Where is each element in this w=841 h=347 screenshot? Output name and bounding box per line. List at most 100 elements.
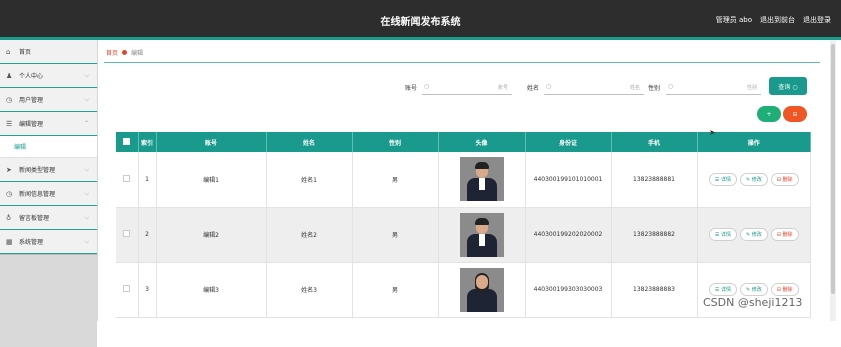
cell-avatar (438, 152, 526, 208)
cell-phone: 13823888883 (611, 262, 698, 318)
sidebar-item-label: 编辑管理 (19, 121, 44, 128)
breadcrumb: 首页 编辑 (106, 48, 143, 57)
scrollbar-thumb[interactable] (831, 44, 835, 294)
gender-search-input[interactable]: ○ 性别 (666, 83, 761, 95)
chevron-up-icon: ⌃ (83, 120, 89, 127)
watermark: CSDN @sheji1213 (703, 296, 803, 309)
row-select-cell[interactable] (116, 152, 139, 208)
header-actions: 管理员 abo 退出到前台 退出登录 (716, 15, 831, 25)
breadcrumb-dot-icon (122, 50, 128, 55)
cell-idcard: 440300199202020002 (525, 207, 612, 263)
col-header-index: 索引 (138, 132, 157, 152)
cell-gender: 男 (352, 152, 439, 208)
sidebar-item-home[interactable]: ⌂ 首页 (0, 40, 97, 64)
add-button[interactable]: + (757, 106, 781, 122)
user-icon: ♟ (6, 71, 13, 80)
chevron-down-icon: ⌵ (84, 238, 89, 245)
top-bar: 在线新闻发布系统 管理员 abo 退出到前台 退出登录 (0, 0, 841, 40)
gender-placeholder: 性别 (746, 85, 757, 91)
home-icon: ⌂ (6, 47, 11, 56)
query-button[interactable]: 查询 ○ (769, 77, 807, 95)
account-label: 账号 (405, 85, 418, 92)
col-header-idcard: 身份证 (525, 132, 612, 152)
sidebar-item-editors[interactable]: ☰ 编辑管理 ⌃ (0, 112, 97, 136)
col-header-name: 姓名 (266, 132, 353, 152)
detail-button[interactable]: ☰ 详情 (708, 172, 737, 186)
row-checkbox[interactable] (123, 285, 131, 292)
detail-button[interactable]: ☰ 详情 (708, 283, 737, 296)
sidebar-item-profile[interactable]: ♟ 个人中心 ⌵ (0, 64, 97, 88)
row-checkbox[interactable] (123, 174, 131, 182)
name-label: 姓名 (527, 85, 540, 92)
mic-icon: ♁ (6, 213, 12, 222)
edit-button[interactable]: ✎ 修改 (740, 283, 768, 296)
search-icon: ○ (424, 83, 430, 90)
sidebar-item-news-info[interactable]: ◷ 新闻信息管理 ⌵ (0, 182, 97, 206)
chevron-down-icon: ⌵ (84, 166, 89, 173)
col-header-phone: 手机 (611, 132, 698, 152)
gender-label: 性别 (648, 85, 661, 92)
cell-actions: ☰ 详情 ✎ 修改 ⊟ 删除 (697, 152, 811, 208)
delete-button[interactable]: ⊟ 删除 (770, 172, 799, 186)
current-user: 管理员 abo (715, 16, 752, 24)
clock-icon: ◷ (6, 95, 13, 104)
main-content: 首页 编辑 账号 ○ 账号 姓名 ○ 姓名 性别 ○ 性别 查询 ○ + ⊟ 索… (100, 40, 828, 321)
account-placeholder: 账号 (497, 85, 508, 91)
chevron-down-icon: ⌵ (84, 72, 89, 79)
sidebar-item-label: 新闻信息管理 (19, 191, 56, 198)
cell-avatar (438, 262, 526, 318)
cell-index: 3 (138, 262, 157, 318)
table-row: 2 编辑2 姓名2 男 440300199202020002 138238888… (116, 207, 811, 263)
breadcrumb-divider (104, 62, 820, 63)
cell-idcard: 440300199303030003 (525, 262, 612, 318)
cell-account: 编辑2 (156, 207, 267, 263)
sidebar-item-users[interactable]: ◷ 用户管理 ⌵ (0, 88, 97, 112)
breadcrumb-current: 编辑 (131, 50, 144, 57)
sidebar-item-label: 留言板管理 (19, 215, 50, 222)
select-all-cell[interactable] (116, 132, 139, 152)
sidebar-item-news-types[interactable]: ➤ 新闻类型管理 ⌵ (0, 158, 97, 182)
cell-phone: 13823888881 (611, 152, 698, 208)
delete-button[interactable]: ⊟ 删除 (770, 228, 799, 241)
breadcrumb-home[interactable]: 首页 (106, 48, 118, 57)
batch-delete-button[interactable]: ⊟ (783, 106, 807, 122)
row-select-cell[interactable] (116, 262, 139, 318)
account-search-input[interactable]: ○ 账号 (422, 83, 512, 95)
row-checkbox[interactable] (123, 230, 131, 237)
cell-account: 编辑1 (156, 152, 267, 208)
sidebar-item-system[interactable]: ▦ 系统管理 ⌵ (0, 230, 97, 254)
col-header-account: 账号 (156, 132, 267, 152)
grid-icon: ▦ (6, 237, 13, 246)
chevron-down-icon: ⌵ (84, 214, 89, 221)
cell-actions: ☰ 详情 ✎ 修改 ⊟ 删除 (697, 207, 811, 263)
back-to-front-link[interactable]: 退出到前台 (760, 15, 795, 25)
cell-name: 姓名2 (266, 207, 353, 263)
cell-account: 编辑3 (156, 262, 267, 318)
sidebar-item-label: 系统管理 (19, 239, 44, 246)
avatar (459, 267, 504, 312)
sidebar-item-messages[interactable]: ♁ 留言板管理 ⌵ (0, 206, 97, 230)
logout-link[interactable]: 退出登录 (803, 15, 831, 25)
avatar (459, 157, 504, 202)
cell-gender: 男 (352, 207, 439, 263)
cell-avatar (438, 207, 526, 263)
detail-button[interactable]: ☰ 详情 (708, 228, 737, 241)
cell-name: 姓名3 (266, 262, 353, 318)
chevron-down-icon: ⌵ (84, 96, 89, 103)
edit-button[interactable]: ✎ 修改 (740, 172, 768, 186)
select-all-checkbox[interactable] (123, 137, 131, 145)
vertical-scrollbar[interactable] (830, 40, 836, 321)
sidebar-subitem-editor[interactable]: 编辑 (0, 136, 97, 158)
edit-button[interactable]: ✎ 修改 (740, 228, 768, 241)
sidebar-item-label: 个人中心 (19, 73, 44, 80)
avatar (459, 212, 504, 257)
row-select-cell[interactable] (116, 207, 139, 263)
delete-button[interactable]: ⊟ 删除 (770, 283, 799, 296)
send-icon: ➤ (6, 165, 12, 174)
cell-idcard: 440300199101010001 (525, 152, 612, 208)
name-search-input[interactable]: ○ 姓名 (544, 83, 644, 95)
clock-icon: ◷ (6, 189, 13, 198)
name-placeholder: 姓名 (629, 85, 640, 91)
search-icon: ○ (668, 83, 674, 90)
cell-index: 1 (138, 152, 157, 208)
